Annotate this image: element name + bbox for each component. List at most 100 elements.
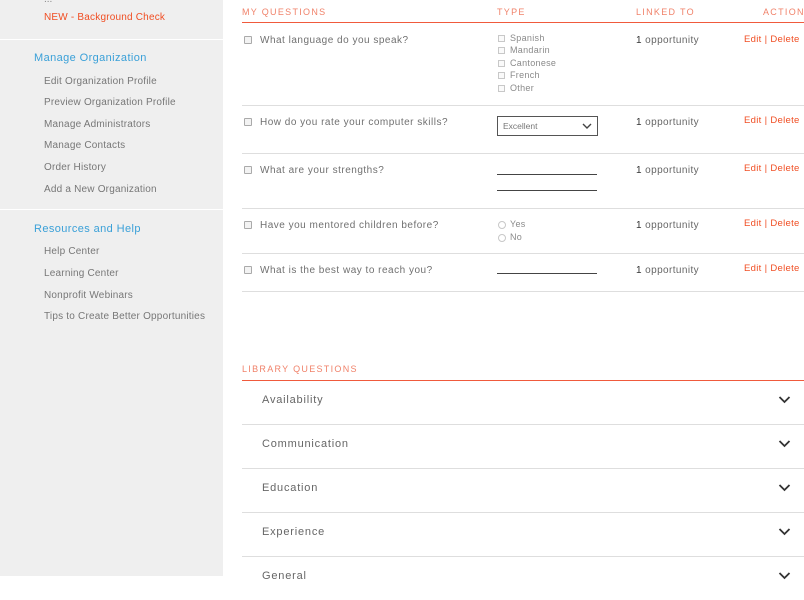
chevron-down-icon xyxy=(778,484,791,492)
edit-link[interactable]: Edit xyxy=(744,115,762,126)
delete-link[interactable]: Delete xyxy=(770,263,799,274)
linked-opportunity[interactable]: 1 opportunity xyxy=(636,35,699,46)
option-checkbox[interactable] xyxy=(498,72,505,79)
sidebar-link-edit-organization-profile[interactable]: Edit Organization Profile xyxy=(44,76,157,87)
delete-link[interactable]: Delete xyxy=(770,163,799,174)
sidebar-link-help-center[interactable]: Help Center xyxy=(44,246,100,257)
edit-link[interactable]: Edit xyxy=(744,218,762,229)
sidebar-cropped-link[interactable]: ... xyxy=(44,0,52,5)
option-label: Cantonese xyxy=(510,58,557,68)
row-actions: Edit | Delete xyxy=(744,163,800,174)
row-select-checkbox[interactable] xyxy=(244,266,252,274)
delete-link[interactable]: Delete xyxy=(770,115,799,126)
delete-link[interactable]: Delete xyxy=(770,34,799,45)
select-value: Excellent xyxy=(503,121,538,131)
question-text: What are your strengths? xyxy=(260,165,385,176)
library-category-availability[interactable]: Availability xyxy=(242,380,804,424)
chevron-down-icon xyxy=(582,123,592,129)
linked-count: 1 xyxy=(636,117,642,128)
library-category-general[interactable]: General xyxy=(242,556,804,600)
action-separator: | xyxy=(764,115,768,126)
main-content: MY QUESTIONS TYPE LINKED TO ACTION What … xyxy=(242,0,804,582)
row-actions: Edit | Delete xyxy=(744,115,800,126)
linked-label: opportunity xyxy=(645,165,700,176)
option-radio[interactable] xyxy=(498,234,506,242)
row-divider xyxy=(242,208,804,209)
column-header-linked-to: LINKED TO xyxy=(636,7,695,17)
option-checkbox[interactable] xyxy=(498,85,505,92)
sidebar-link-add-new-organization[interactable]: Add a New Organization xyxy=(44,184,157,195)
linked-opportunity[interactable]: 1 opportunity xyxy=(636,117,699,128)
sidebar-heading-resources-help[interactable]: Resources and Help xyxy=(34,223,141,235)
delete-link[interactable]: Delete xyxy=(770,218,799,229)
my-questions-heading: MY QUESTIONS xyxy=(242,7,327,17)
header-rule xyxy=(242,22,804,23)
option-checkbox[interactable] xyxy=(498,60,505,67)
category-label: General xyxy=(262,570,307,582)
chevron-down-icon xyxy=(778,528,791,536)
category-label: Experience xyxy=(262,526,326,538)
linked-opportunity[interactable]: 1 opportunity xyxy=(636,265,699,276)
sidebar-link-preview-organization-profile[interactable]: Preview Organization Profile xyxy=(44,97,176,108)
option-label: Other xyxy=(510,83,535,93)
column-header-action: ACTION xyxy=(763,7,804,17)
option-label: Mandarin xyxy=(510,45,550,55)
row-select-checkbox[interactable] xyxy=(244,36,252,44)
linked-label: opportunity xyxy=(645,35,700,46)
text-answer-line[interactable] xyxy=(497,273,597,274)
linked-opportunity[interactable]: 1 opportunity xyxy=(636,220,699,231)
row-actions: Edit | Delete xyxy=(744,263,800,274)
linked-count: 1 xyxy=(636,220,642,231)
sidebar-divider xyxy=(0,209,223,210)
column-header-type: TYPE xyxy=(497,7,526,17)
option-label: French xyxy=(510,70,540,80)
row-select-checkbox[interactable] xyxy=(244,166,252,174)
edit-link[interactable]: Edit xyxy=(744,34,762,45)
row-select-checkbox[interactable] xyxy=(244,118,252,126)
row-divider xyxy=(242,291,804,292)
action-separator: | xyxy=(764,263,768,274)
row-divider xyxy=(242,105,804,106)
option-label: Yes xyxy=(510,219,526,229)
sidebar-link-tips-better-opportunities[interactable]: Tips to Create Better Opportunities xyxy=(44,311,205,322)
sidebar: ... NEW - Background Check Manage Organi… xyxy=(0,0,223,576)
question-text: Have you mentored children before? xyxy=(260,220,439,231)
row-divider xyxy=(242,253,804,254)
library-category-education[interactable]: Education xyxy=(242,468,804,512)
text-answer-line[interactable] xyxy=(497,174,597,175)
sidebar-heading-manage-organization[interactable]: Manage Organization xyxy=(34,52,147,64)
library-category-experience[interactable]: Experience xyxy=(242,512,804,556)
option-radio[interactable] xyxy=(498,221,506,229)
option-checkbox[interactable] xyxy=(498,35,505,42)
linked-opportunity[interactable]: 1 opportunity xyxy=(636,165,699,176)
sidebar-link-nonprofit-webinars[interactable]: Nonprofit Webinars xyxy=(44,290,133,301)
linked-count: 1 xyxy=(636,165,642,176)
library-questions-heading: LIBRARY QUESTIONS xyxy=(242,364,358,374)
linked-count: 1 xyxy=(636,35,642,46)
option-checkbox[interactable] xyxy=(498,47,505,54)
text-answer-line[interactable] xyxy=(497,190,597,191)
sidebar-link-order-history[interactable]: Order History xyxy=(44,162,106,173)
question-text: What language do you speak? xyxy=(260,35,409,46)
category-label: Communication xyxy=(262,438,349,450)
edit-link[interactable]: Edit xyxy=(744,163,762,174)
linked-label: opportunity xyxy=(645,220,700,231)
row-divider xyxy=(242,153,804,154)
category-label: Availability xyxy=(262,394,324,406)
row-actions: Edit | Delete xyxy=(744,34,800,45)
sidebar-link-manage-administrators[interactable]: Manage Administrators xyxy=(44,119,150,130)
row-select-checkbox[interactable] xyxy=(244,221,252,229)
row-actions: Edit | Delete xyxy=(744,218,800,229)
question-text: What is the best way to reach you? xyxy=(260,265,433,276)
sidebar-link-learning-center[interactable]: Learning Center xyxy=(44,268,119,279)
sidebar-link-background-check[interactable]: NEW - Background Check xyxy=(44,12,165,23)
rating-select[interactable]: Excellent xyxy=(497,116,598,136)
chevron-down-icon xyxy=(778,396,791,404)
category-label: Education xyxy=(262,482,319,494)
action-separator: | xyxy=(764,34,768,45)
question-text: How do you rate your computer skills? xyxy=(260,117,449,128)
library-category-communication[interactable]: Communication xyxy=(242,424,804,468)
linked-label: opportunity xyxy=(645,117,700,128)
edit-link[interactable]: Edit xyxy=(744,263,762,274)
sidebar-link-manage-contacts[interactable]: Manage Contacts xyxy=(44,140,125,151)
